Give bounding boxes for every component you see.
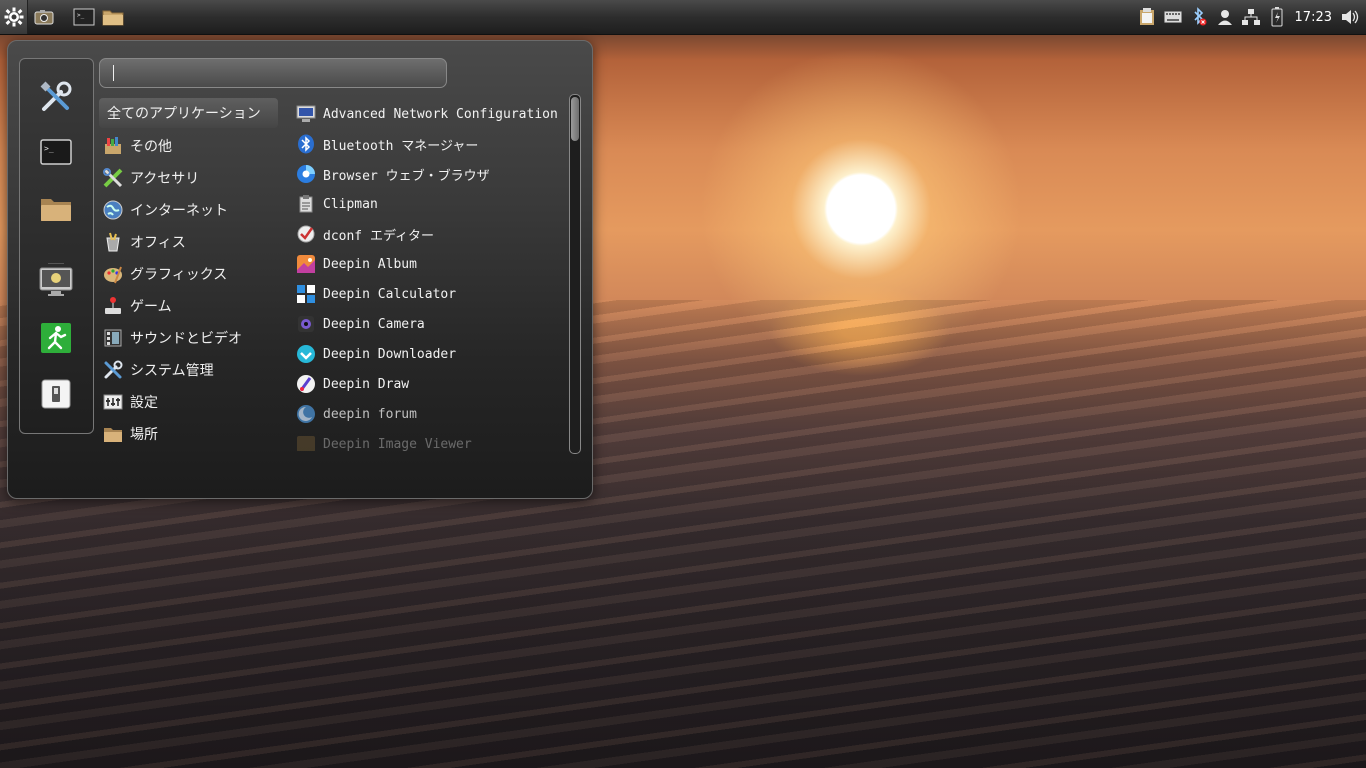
category-multimedia[interactable]: サウンドとビデオ [98, 322, 278, 354]
category-accessories[interactable]: アクセサリ [98, 162, 278, 194]
category-label: インターネット [130, 203, 228, 219]
file-manager-icon[interactable] [99, 3, 127, 31]
app-deepin-draw[interactable]: Deepin Draw [295, 369, 565, 399]
category-internet[interactable]: インターネット [98, 194, 278, 226]
app-label: Deepin Downloader [323, 346, 457, 362]
keyboard-icon[interactable] [1163, 7, 1183, 27]
app-label: dconf エディター [323, 228, 435, 244]
accessories-icon [102, 167, 124, 189]
app-advanced-network-configuration[interactable]: Advanced Network Configuration [295, 99, 565, 129]
app-dconf-editor[interactable]: dconf エディター [295, 219, 565, 249]
category-other[interactable]: その他 [98, 130, 278, 162]
lock-screen-icon[interactable] [36, 262, 76, 302]
games-icon [102, 295, 124, 317]
other-icon [102, 135, 124, 157]
folder-icon[interactable] [36, 189, 76, 229]
clipboard-icon[interactable] [1137, 7, 1157, 27]
app-label: Advanced Network Configuration [323, 106, 558, 122]
system-tray: 17:23 [1137, 0, 1360, 34]
category-all-applications[interactable]: 全てのアプリケーション [99, 98, 278, 128]
app-deepin-image-viewer[interactable]: Deepin Image Viewer [295, 429, 565, 451]
dconf-icon [295, 223, 317, 245]
app-label: deepin forum [323, 406, 417, 422]
search-input[interactable] [99, 58, 447, 88]
app-label: Bluetooth マネージャー [323, 138, 479, 154]
terminal-icon[interactable]: >_ [36, 133, 76, 173]
screenshot-icon[interactable] [30, 3, 58, 31]
category-label: その他 [130, 139, 172, 155]
app-list-scrollbar[interactable] [569, 94, 581, 454]
switch-user-icon[interactable] [36, 374, 76, 414]
top-panel: >_ 17:23 [0, 0, 1366, 35]
category-system[interactable]: システム管理 [98, 354, 278, 386]
category-settings[interactable]: 設定 [98, 386, 278, 418]
battery-icon[interactable] [1267, 7, 1287, 27]
graphics-icon [102, 263, 124, 285]
camera-icon [295, 313, 317, 335]
places-icon [102, 423, 124, 445]
category-label: サウンドとビデオ [130, 331, 242, 347]
app-label: Browser ウェブ・ブラウザ [323, 168, 490, 184]
category-list: 全てのアプリケーション その他 アクセサリ インターネット オフィス グラフィッ… [98, 98, 278, 450]
app-deepin-forum[interactable]: deepin forum [295, 399, 565, 429]
settings-icon [102, 391, 124, 413]
text-cursor [113, 65, 114, 81]
clock[interactable]: 17:23 [1293, 10, 1334, 25]
svg-text:>_: >_ [44, 144, 54, 153]
menu-gear-icon[interactable] [0, 0, 28, 34]
app-label: Deepin Album [323, 256, 417, 272]
category-label: アクセサリ [130, 171, 200, 187]
calculator-icon [295, 283, 317, 305]
downloader-icon [295, 343, 317, 365]
app-deepin-downloader[interactable]: Deepin Downloader [295, 339, 565, 369]
terminal-icon[interactable]: >_ [70, 3, 98, 31]
multimedia-icon [102, 327, 124, 349]
clipman-icon [295, 193, 317, 215]
category-graphics[interactable]: グラフィックス [98, 258, 278, 290]
network-icon[interactable] [1241, 7, 1261, 27]
app-clipman[interactable]: Clipman [295, 189, 565, 219]
volume-icon[interactable] [1340, 7, 1360, 27]
user-icon[interactable] [1215, 7, 1235, 27]
app-label: Deepin Camera [323, 316, 425, 332]
bluetooth-icon [295, 133, 317, 155]
settings-manager-icon[interactable] [36, 77, 76, 117]
application-menu: >_ 全てのアプリケーション その他 アクセサリ インターネット オフィス グラ… [7, 40, 593, 499]
category-label: オフィス [130, 235, 186, 251]
logout-icon[interactable] [36, 318, 76, 358]
category-label: グラフィックス [130, 267, 228, 283]
svg-text:>_: >_ [77, 12, 85, 19]
scrollbar-thumb[interactable] [571, 97, 579, 141]
forum-icon [295, 403, 317, 425]
category-label: 全てのアプリケーション [107, 106, 261, 122]
office-icon [102, 231, 124, 253]
category-label: 設定 [130, 395, 158, 411]
draw-icon [295, 373, 317, 395]
app-label: Deepin Image Viewer [323, 436, 472, 452]
category-label: システム管理 [130, 363, 214, 379]
app-deepin-camera[interactable]: Deepin Camera [295, 309, 565, 339]
bluetooth-off-icon[interactable] [1189, 7, 1209, 27]
application-list: Advanced Network Configuration Bluetooth… [295, 99, 565, 451]
category-label: ゲーム [130, 299, 172, 315]
system-icon [102, 359, 124, 381]
favorites-sidebar: >_ [19, 58, 94, 434]
app-label: Clipman [323, 196, 378, 212]
app-deepin-album[interactable]: Deepin Album [295, 249, 565, 279]
app-browser[interactable]: Browser ウェブ・ブラウザ [295, 159, 565, 189]
category-label: 場所 [130, 427, 158, 443]
album-icon [295, 253, 317, 275]
category-places[interactable]: 場所 [98, 418, 278, 450]
image-viewer-icon [295, 433, 317, 451]
category-games[interactable]: ゲーム [98, 290, 278, 322]
app-deepin-calculator[interactable]: Deepin Calculator [295, 279, 565, 309]
app-label: Deepin Draw [323, 376, 410, 392]
app-bluetooth-manager[interactable]: Bluetooth マネージャー [295, 129, 565, 159]
app-label: Deepin Calculator [323, 286, 457, 302]
category-office[interactable]: オフィス [98, 226, 278, 258]
browser-icon [295, 163, 317, 185]
network-config-icon [295, 103, 317, 125]
internet-icon [102, 199, 124, 221]
